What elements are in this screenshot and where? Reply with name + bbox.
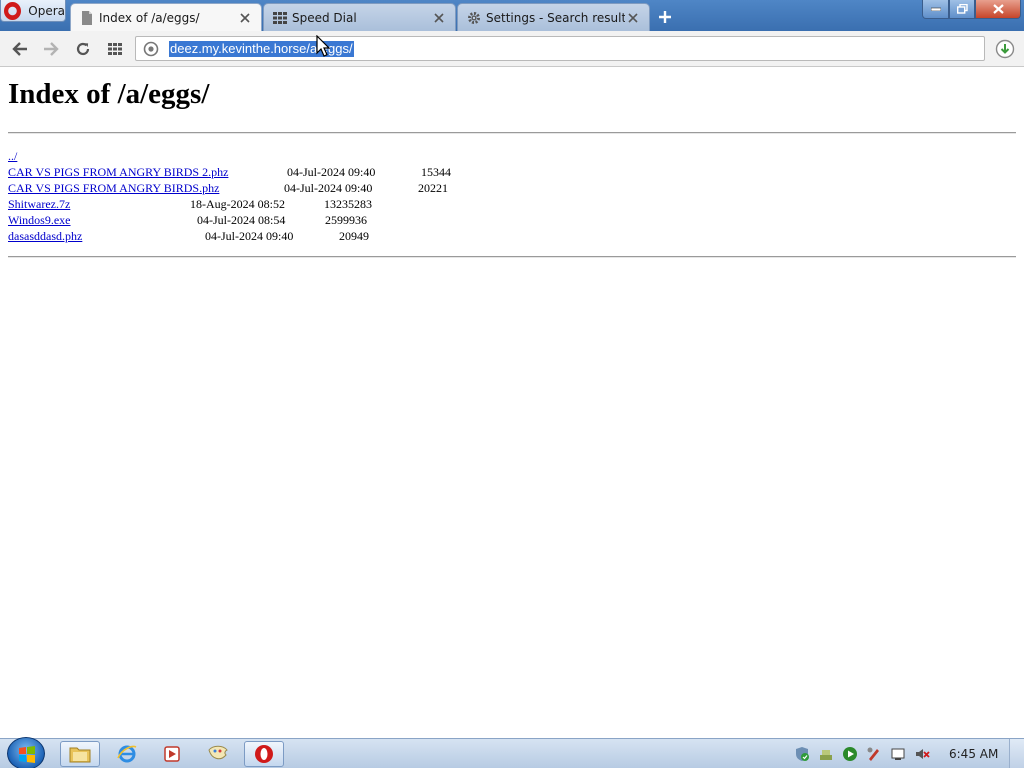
opera-icon: [255, 745, 273, 763]
tab-label: Index of /a/eggs/: [99, 10, 200, 25]
close-icon: [992, 4, 1004, 14]
restore-icon: [956, 4, 968, 14]
arrow-right-icon: [44, 42, 59, 56]
taskbar-internet-explorer[interactable]: [107, 741, 147, 767]
file-date: 04-Jul-2024 09:40: [284, 181, 373, 195]
page-content: Index of /a/eggs/ ../ CAR VS PIGS FROM A…: [0, 68, 1024, 738]
file-size: 20221: [418, 181, 448, 195]
file-size: 2599936: [325, 213, 367, 227]
close-tab-icon[interactable]: [625, 10, 641, 26]
grid-icon: [108, 43, 122, 55]
title-bar: Opera Index of /a/eggs/ Speed Dial Setti…: [0, 0, 1024, 31]
close-tab-icon[interactable]: [431, 10, 447, 26]
tab-label: Settings - Search results: [486, 10, 625, 25]
forward-button[interactable]: [40, 39, 62, 59]
paint-icon: [208, 745, 228, 760]
clock[interactable]: 6:45 AM: [949, 747, 998, 761]
divider: [8, 132, 1016, 134]
download-icon[interactable]: [995, 39, 1015, 59]
tab-label: Speed Dial: [292, 10, 357, 25]
taskbar: 6:45 AM: [0, 737, 1024, 768]
restore-button[interactable]: [949, 0, 975, 19]
file-link[interactable]: CAR VS PIGS FROM ANGRY BIRDS 2.phz: [8, 164, 228, 180]
taskbar-media-app[interactable]: [152, 741, 192, 767]
globe-icon[interactable]: [143, 41, 159, 57]
minimize-button[interactable]: [922, 0, 949, 19]
minimize-icon: [930, 7, 941, 11]
speed-dial-button[interactable]: [104, 39, 126, 59]
app-tray-icon[interactable]: [866, 746, 882, 762]
file-link[interactable]: Windos9.exe: [8, 212, 71, 228]
media-player-icon: [164, 746, 180, 762]
file-link[interactable]: dasasddasd.phz: [8, 228, 82, 244]
opera-menu-button[interactable]: Opera: [0, 0, 66, 22]
volume-muted-icon[interactable]: [914, 746, 930, 762]
reload-button[interactable]: [72, 39, 94, 59]
opera-logo-icon: [4, 1, 22, 20]
file-size: 13235283: [324, 197, 372, 211]
security-shield-icon[interactable]: [794, 746, 810, 762]
taskbar-opera[interactable]: [244, 741, 284, 767]
parent-directory-link[interactable]: ../: [8, 148, 17, 164]
file-link[interactable]: CAR VS PIGS FROM ANGRY BIRDS.phz: [8, 180, 219, 196]
address-bar[interactable]: deez.my.kevinthe.horse/a/eggs/: [135, 36, 985, 61]
new-tab-button[interactable]: [655, 7, 675, 27]
document-icon: [79, 10, 95, 26]
tab-speed-dial[interactable]: Speed Dial: [263, 3, 456, 31]
grid-icon: [272, 10, 288, 26]
folder-icon: [69, 747, 91, 763]
divider: [8, 256, 1016, 258]
tab-settings-search-results[interactable]: Settings - Search results: [457, 3, 650, 31]
action-center-icon[interactable]: [890, 746, 906, 762]
browser-toolbar: deez.my.kevinthe.horse/a/eggs/: [0, 31, 1024, 67]
tab-index-of-eggs[interactable]: Index of /a/eggs/: [70, 3, 262, 31]
page-title: Index of /a/eggs/: [8, 78, 210, 110]
plus-icon: [659, 11, 671, 23]
reload-icon: [76, 42, 90, 56]
opera-menu-label: Opera: [28, 3, 65, 18]
show-desktop-button[interactable]: [1009, 739, 1024, 768]
file-date: 04-Jul-2024 09:40: [205, 229, 294, 243]
windows-logo-icon: [19, 746, 35, 763]
play-icon[interactable]: [842, 746, 858, 762]
internet-explorer-icon: [117, 745, 137, 763]
taskbar-explorer[interactable]: [60, 741, 100, 767]
arrow-left-icon: [12, 42, 27, 56]
file-size: 20949: [339, 229, 369, 243]
file-size: 15344: [421, 165, 451, 179]
mouse-cursor-icon: [316, 35, 330, 57]
close-window-button[interactable]: [975, 0, 1021, 19]
file-date: 04-Jul-2024 09:40: [287, 165, 376, 179]
file-link[interactable]: Shitwarez.7z: [8, 196, 70, 212]
system-tray: [790, 739, 940, 768]
file-date: 18-Aug-2024 08:52: [190, 197, 285, 211]
close-tab-icon[interactable]: [237, 10, 253, 26]
start-button[interactable]: [7, 737, 45, 768]
back-button[interactable]: [9, 39, 31, 59]
network-icon[interactable]: [818, 746, 834, 762]
taskbar-paint[interactable]: [198, 741, 238, 767]
gear-icon: [466, 10, 482, 26]
file-date: 04-Jul-2024 08:54: [197, 213, 286, 227]
